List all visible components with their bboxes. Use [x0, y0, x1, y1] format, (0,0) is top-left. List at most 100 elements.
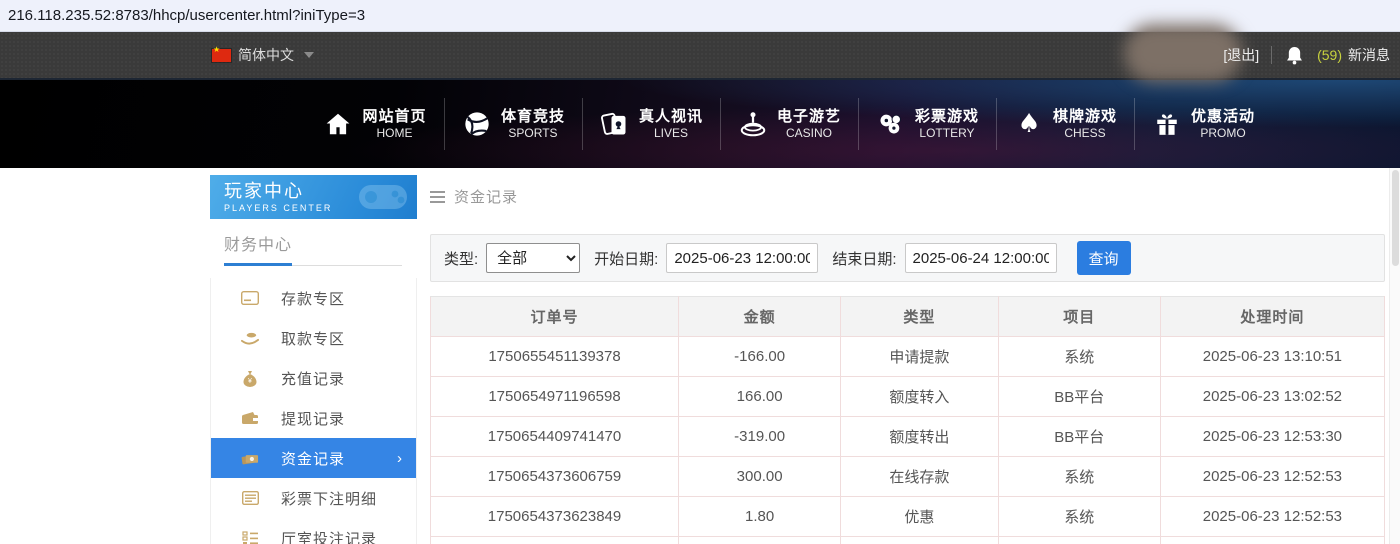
- cell-order-no: 1750654409741470: [429, 416, 680, 457]
- spade-icon: ♠: [1017, 109, 1041, 139]
- nav-label-en: LIVES: [653, 126, 688, 140]
- sidebar-item-lottery-bet-details[interactable]: 彩票下注明细: [211, 478, 416, 518]
- nav-label-en: CHESS: [1064, 126, 1106, 140]
- players-center-header: 玩家中心 PLAYERS CENTER: [210, 175, 417, 219]
- home-icon: [323, 109, 353, 139]
- nav-item-casino[interactable]: 电子游艺 CASINO: [720, 98, 858, 150]
- language-label: 简体中文: [238, 47, 294, 63]
- cell-amount: -319.00: [678, 416, 842, 457]
- china-flag-icon: [212, 45, 231, 62]
- sidebar-item-label: 提现记录: [281, 410, 346, 428]
- svg-text:¥: ¥: [248, 378, 252, 385]
- lottery-balls-icon: [876, 109, 906, 139]
- nav-label-zh: 彩票游戏: [914, 108, 979, 125]
- start-date-input[interactable]: [666, 243, 819, 273]
- nav-item-sports[interactable]: 体育竞技 SPORTS: [444, 98, 582, 150]
- bullet-list-icon: [241, 529, 259, 544]
- table-row: 1750654971196598 166.00 额度转入 BB平台 2025-0…: [429, 376, 1386, 417]
- sidebar-item-deposit-zone[interactable]: 存款专区: [211, 278, 416, 318]
- cell-item: 系统: [997, 336, 1161, 377]
- header-time: 处理时间: [1159, 296, 1386, 337]
- sidebar-item-label: 厅室投注记录: [281, 530, 378, 544]
- sidebar-item-funds-records[interactable]: 资金记录 ›: [211, 438, 416, 478]
- end-date-input[interactable]: [904, 243, 1057, 273]
- playing-cards-icon: [600, 109, 630, 139]
- header-item: 项目: [997, 296, 1161, 337]
- cell-time: 2025-06-23 12:52:53: [1159, 496, 1386, 537]
- sidebar-item-withdraw-records[interactable]: 提现记录: [211, 398, 416, 438]
- header-type: 类型: [840, 296, 999, 337]
- main-nav: 网站首页 HOME 体育竞技 SPORTS 真人视讯 LIVES 电子游艺 CASINO: [0, 80, 1400, 168]
- sidebar-item-label: 存款专区: [281, 290, 346, 308]
- sidebar-item-label: 取款专区: [281, 330, 346, 348]
- table-row-partial: [429, 536, 1386, 544]
- nav-label-zh: 电子游艺: [776, 108, 841, 125]
- nav-item-promo[interactable]: 优惠活动 PROMO: [1134, 98, 1272, 150]
- cell-item: 系统: [997, 496, 1161, 537]
- menu-lines-icon: [430, 188, 445, 206]
- cell-amount: -166.00: [678, 336, 842, 377]
- cell-time: 2025-06-23 12:52:53: [1159, 456, 1386, 497]
- nav-item-lottery[interactable]: 彩票游戏 LOTTERY: [858, 98, 996, 150]
- sidebar-item-label: 充值记录: [281, 370, 346, 388]
- nav-item-home[interactable]: 网站首页 HOME: [306, 98, 444, 150]
- filter-bar: 类型: 全部 开始日期: 结束日期: 查询: [430, 234, 1385, 282]
- gamepad-watermark-icon: [359, 185, 407, 209]
- breadcrumb: 资金记录: [430, 186, 1385, 207]
- nav-label-zh: 网站首页: [362, 108, 427, 125]
- start-date-label: 开始日期:: [594, 250, 659, 268]
- sidebar-item-hall-bet-records[interactable]: 厅室投注记录: [211, 518, 416, 544]
- table-row: 1750654373623849 1.80 优惠 系统 2025-06-23 1…: [429, 496, 1386, 537]
- sidebar-item-label: 彩票下注明细: [281, 490, 378, 508]
- breadcrumb-label: 资金记录: [454, 189, 519, 206]
- bank-card-icon: [241, 289, 259, 307]
- cell-type: 额度转入: [840, 376, 999, 417]
- scrollbar-thumb[interactable]: [1392, 170, 1399, 266]
- nav-item-lives[interactable]: 真人视讯 LIVES: [582, 98, 720, 150]
- end-date-label: 结束日期:: [832, 250, 897, 268]
- content-area: 玩家中心 PLAYERS CENTER 财务中心 存款专区 取款专区 ¥ 充值记…: [0, 168, 1400, 544]
- vertical-scrollbar[interactable]: [1389, 168, 1400, 544]
- sidebar-menu: 存款专区 取款专区 ¥ 充值记录 提现记录 资金记录 › 彩票下注明细 厅室投注…: [210, 278, 417, 544]
- message-count: (59): [1317, 47, 1342, 63]
- cell-order-no: 1750654373623849: [429, 496, 680, 537]
- cell-type: 优惠: [840, 496, 999, 537]
- cell-order-no: 1750655451139378: [429, 336, 680, 377]
- page-url[interactable]: 216.118.235.52:8783/hhcp/usercenter.html…: [8, 7, 365, 24]
- section-underline: [224, 263, 402, 266]
- cell-item: 系统: [997, 456, 1161, 497]
- nav-item-chess[interactable]: ♠ 棋牌游戏 CHESS: [996, 98, 1134, 150]
- table-row: 1750654409741470 -319.00 额度转出 BB平台 2025-…: [429, 416, 1386, 457]
- sidebar-section-title: 财务中心: [224, 237, 293, 254]
- language-selector[interactable]: 简体中文: [212, 45, 314, 65]
- document-list-icon: [241, 489, 259, 507]
- table-row: 1750655451139378 -166.00 申请提款 系统 2025-06…: [429, 336, 1386, 377]
- header-order-no: 订单号: [429, 296, 680, 337]
- sidebar-item-label: 资金记录: [281, 450, 346, 468]
- new-messages-link[interactable]: 新消息: [1348, 45, 1390, 65]
- cell-amount: 300.00: [678, 456, 842, 497]
- cell-item: BB平台: [997, 416, 1161, 457]
- nav-label-en: SPORTS: [508, 126, 558, 140]
- nav-label-zh: 真人视讯: [638, 108, 703, 125]
- nav-label-en: PROMO: [1200, 126, 1246, 140]
- chevron-down-icon: [304, 52, 314, 58]
- search-button[interactable]: 查询: [1076, 241, 1131, 275]
- top-bar: 简体中文 [退出] (59) 新消息: [0, 24, 1400, 82]
- bell-icon[interactable]: [1286, 46, 1303, 65]
- nav-label-en: CASINO: [785, 126, 832, 140]
- nav-label-zh: 体育竞技: [500, 108, 565, 125]
- sports-ball-icon: [462, 109, 492, 139]
- table-row: 1750654373606759 300.00 在线存款 系统 2025-06-…: [429, 456, 1386, 497]
- table-header-row: 订单号 金额 类型 项目 处理时间: [429, 296, 1386, 337]
- sidebar-item-recharge-records[interactable]: ¥ 充值记录: [211, 358, 416, 398]
- type-select[interactable]: 全部: [486, 243, 581, 273]
- wallet-icon: [241, 409, 259, 427]
- banknotes-icon: [241, 449, 259, 467]
- header-amount: 金额: [678, 296, 842, 337]
- logout-button[interactable]: [退出]: [1223, 45, 1259, 65]
- cell-amount: 1.80: [678, 496, 842, 537]
- cell-amount: 166.00: [678, 376, 842, 417]
- cell-type: 申请提款: [840, 336, 999, 377]
- sidebar-item-withdraw-zone[interactable]: 取款专区: [211, 318, 416, 358]
